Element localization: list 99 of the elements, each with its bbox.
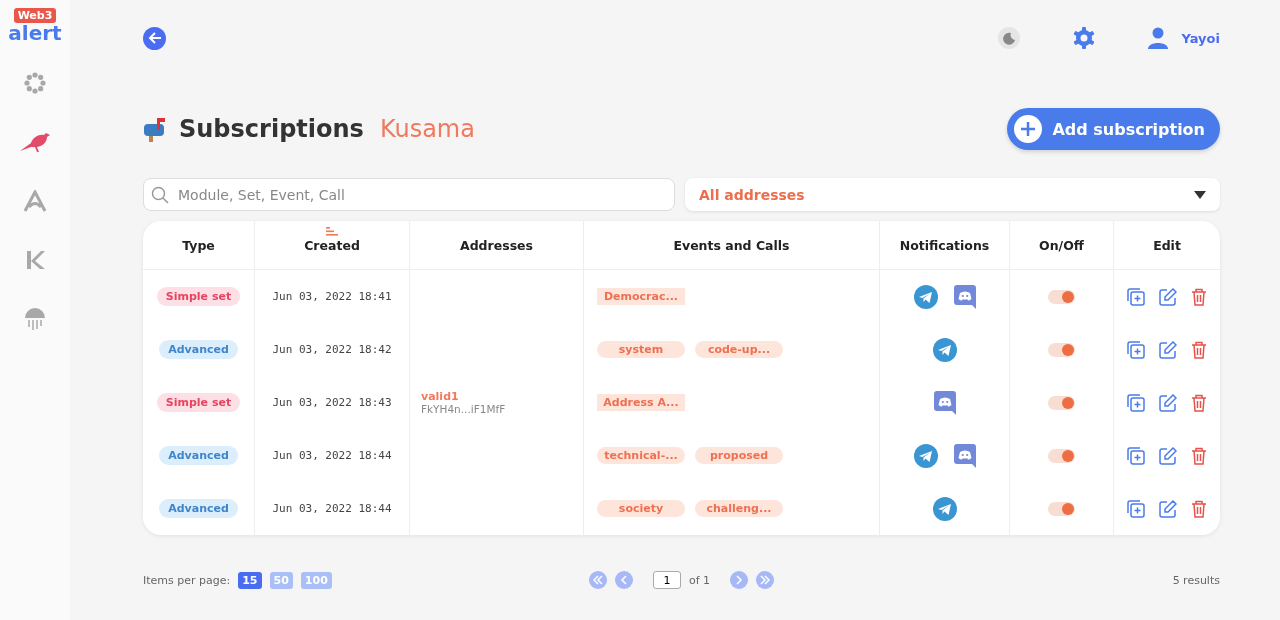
- first-page-button[interactable]: [588, 571, 607, 589]
- page-count: of 1: [688, 573, 711, 587]
- event-tag: society: [597, 500, 685, 517]
- network-name: Kusama: [379, 115, 475, 143]
- delete-button[interactable]: [1191, 287, 1207, 306]
- back-button[interactable]: [143, 26, 166, 50]
- edit-button[interactable]: [1159, 393, 1177, 412]
- chevron-right-icon: [735, 575, 744, 585]
- double-chevron-left-icon: [592, 575, 603, 585]
- settings-icon: [1071, 26, 1096, 50]
- address-dropdown[interactable]: All addresses: [685, 178, 1220, 211]
- column-header: Notifications: [880, 221, 1010, 269]
- pencil-square-icon: [1159, 287, 1177, 306]
- event-tag: system: [597, 341, 685, 358]
- previous-page-button[interactable]: [614, 571, 633, 589]
- theme-toggle[interactable]: [997, 27, 1020, 49]
- search-icon: [151, 186, 169, 204]
- created-date: Jun 03, 2022 18:43: [255, 376, 410, 429]
- column-header: Type: [143, 221, 255, 269]
- column-header: On/Off: [1010, 221, 1114, 269]
- dots-ring-icon: [24, 72, 46, 94]
- k-letter-icon: [25, 249, 45, 271]
- event-tag: code-up...: [695, 341, 783, 358]
- duplicate-button[interactable]: [1127, 393, 1145, 412]
- event-tag: technical-...: [597, 447, 685, 464]
- page-size-option[interactable]: 15: [238, 571, 262, 589]
- search-field[interactable]: Module, Set, Event, Call: [143, 178, 675, 211]
- next-page-button[interactable]: [730, 571, 749, 589]
- edit-button[interactable]: [1159, 287, 1177, 306]
- column-header[interactable]: Created: [255, 221, 410, 269]
- toggle-switch[interactable]: [1048, 342, 1075, 357]
- created-date: Jun 03, 2022 18:42: [255, 323, 410, 376]
- edit-button[interactable]: [1159, 340, 1177, 359]
- event-tag: Democrac...: [597, 288, 685, 305]
- plus-icon: [1014, 115, 1043, 143]
- pencil-square-icon: [1159, 340, 1177, 359]
- toggle-switch[interactable]: [1048, 448, 1075, 463]
- pencil-square-icon: [1159, 499, 1177, 518]
- type-tag: Simple set: [156, 287, 241, 306]
- event-tag: proposed: [695, 447, 783, 464]
- address-value: FkYH4n...iF1MfF: [421, 403, 506, 415]
- results-count: 5 results: [1171, 573, 1220, 587]
- logo-badge: Web3: [13, 8, 57, 23]
- double-chevron-right-icon: [760, 575, 771, 585]
- type-tag: Advanced: [159, 499, 238, 518]
- duplicate-icon: [1127, 287, 1145, 306]
- event-tag: Address A...: [597, 394, 685, 411]
- toggle-switch[interactable]: [1048, 395, 1075, 410]
- logo-word: alert: [8, 23, 62, 43]
- address-name: valid1: [421, 390, 459, 403]
- duplicate-icon: [1127, 446, 1145, 465]
- edit-button[interactable]: [1159, 446, 1177, 465]
- arrow-left-icon: [147, 31, 162, 45]
- chevron-left-icon: [619, 575, 628, 585]
- toggle-switch[interactable]: [1048, 501, 1075, 516]
- caret-icon: [1194, 190, 1206, 199]
- type-tag: Advanced: [159, 340, 238, 359]
- user-icon: [1147, 27, 1168, 49]
- type-tag: Advanced: [159, 446, 238, 465]
- trash-icon: [1191, 446, 1207, 465]
- delete-button[interactable]: [1191, 446, 1207, 465]
- trash-icon: [1191, 340, 1207, 359]
- settings-button[interactable]: [1071, 26, 1096, 50]
- duplicate-button[interactable]: [1127, 499, 1145, 518]
- last-page-button[interactable]: [756, 571, 775, 589]
- created-date: Jun 03, 2022 18:44: [255, 429, 410, 482]
- trash-icon: [1191, 499, 1207, 518]
- delete-button[interactable]: [1191, 393, 1207, 412]
- duplicate-button[interactable]: [1127, 287, 1145, 306]
- bird-icon: [19, 131, 51, 153]
- page-title: Subscriptions: [179, 115, 364, 143]
- items-per-page-label: Items per page:: [143, 573, 231, 587]
- add-subscription-button[interactable]: Add subscription: [1007, 108, 1220, 150]
- duplicate-icon: [1127, 340, 1145, 359]
- sort-icon: [326, 227, 338, 236]
- pencil-square-icon: [1159, 393, 1177, 412]
- delete-button[interactable]: [1191, 499, 1207, 518]
- triangle-icon: [23, 190, 47, 212]
- created-date: Jun 03, 2022 18:44: [255, 482, 410, 535]
- duplicate-icon: [1127, 393, 1145, 412]
- user-menu[interactable]: Yayoi: [1147, 27, 1220, 49]
- event-tag: challeng...: [695, 500, 783, 517]
- edit-button[interactable]: [1159, 499, 1177, 518]
- duplicate-icon: [1127, 499, 1145, 518]
- trash-icon: [1191, 287, 1207, 306]
- trash-icon: [1191, 393, 1207, 412]
- type-tag: Simple set: [156, 393, 241, 412]
- column-header: Events and Calls: [584, 221, 880, 269]
- toggle-switch[interactable]: [1048, 289, 1075, 304]
- page-number-field[interactable]: 1: [652, 571, 681, 589]
- duplicate-button[interactable]: [1127, 340, 1145, 359]
- delete-button[interactable]: [1191, 340, 1207, 359]
- created-date: Jun 03, 2022 18:41: [255, 270, 410, 323]
- jellyfish-icon: [24, 307, 46, 331]
- pencil-square-icon: [1159, 446, 1177, 465]
- moon-icon: [1001, 31, 1016, 45]
- column-header: Edit: [1152, 236, 1182, 255]
- duplicate-button[interactable]: [1127, 446, 1145, 465]
- column-header: Addresses: [410, 221, 584, 269]
